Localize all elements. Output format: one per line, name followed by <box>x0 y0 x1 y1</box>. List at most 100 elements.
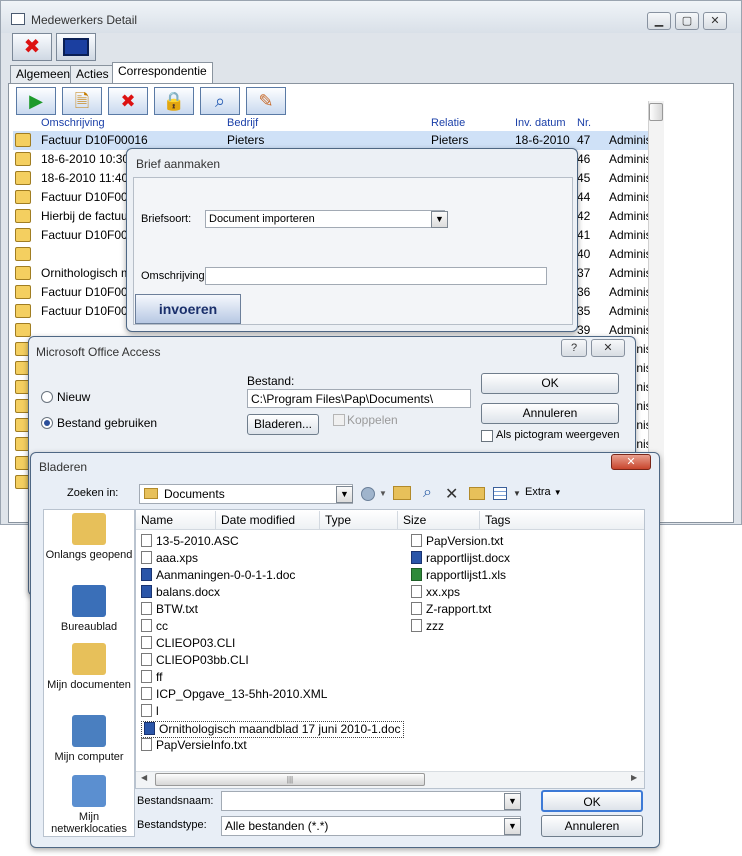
delete-button[interactable]: ✖ <box>108 87 148 115</box>
file-item[interactable]: CLIEOP03.CLI <box>141 636 235 653</box>
file-item[interactable]: l <box>141 704 159 721</box>
bestandstype-select[interactable]: Alle bestanden (*.*) <box>221 816 521 836</box>
file-item[interactable]: zzz <box>411 619 444 636</box>
search-web-icon[interactable]: ⌕ <box>423 484 432 502</box>
briefsoort-select[interactable]: Document importeren <box>205 210 445 228</box>
access-close-button[interactable]: ✕ <box>591 339 625 357</box>
views-icon[interactable] <box>493 487 507 500</box>
new-folder-icon[interactable] <box>469 487 485 500</box>
desktop-icon <box>72 585 106 617</box>
col-relatie[interactable]: Relatie <box>431 117 465 129</box>
up-folder-icon[interactable] <box>393 486 411 500</box>
place-network-places[interactable]: Mijn netwerklocaties <box>44 775 134 835</box>
file-item[interactable]: balans.docx <box>141 585 220 602</box>
briefsoort-dropdown-button[interactable]: ▼ <box>431 211 448 228</box>
bestand-input[interactable]: C:\Program Files\Pap\Documents\ <box>247 389 471 408</box>
column-divider[interactable] <box>397 511 398 529</box>
column-header-tags[interactable]: Tags <box>485 513 510 527</box>
bestandsnaam-input[interactable] <box>221 791 521 811</box>
maximize-button[interactable]: ▢ <box>675 12 699 30</box>
bestand-gebruiken-radio[interactable] <box>41 417 53 429</box>
koppelen-checkbox[interactable] <box>333 414 345 426</box>
zoeken-in-dropdown-button[interactable]: ▼ <box>336 486 353 503</box>
file-item[interactable]: Z-rapport.txt <box>411 602 491 619</box>
file-item[interactable]: PapVersieInfo.txt <box>141 738 247 755</box>
open-doc-button[interactable]: 🗎 <box>62 87 102 115</box>
place-my-computer[interactable]: Mijn computer <box>44 715 134 763</box>
lock-button[interactable]: 🔒 <box>154 87 194 115</box>
hscroll-thumb[interactable]: ||| <box>155 773 425 786</box>
bestandsnaam-dropdown-button[interactable]: ▼ <box>504 793 521 810</box>
bladeren-close-button[interactable]: ✕ <box>611 454 651 470</box>
file-item[interactable]: PapVersion.txt <box>411 534 503 551</box>
close-button[interactable]: ✕ <box>703 12 727 30</box>
file-item[interactable]: ICP_Opgave_13-5hh-2010.XML <box>141 687 327 704</box>
back-icon[interactable] <box>361 487 375 501</box>
bladeren-annuleren-button[interactable]: Annuleren <box>541 815 643 837</box>
search-button[interactable]: ⌕ <box>200 87 240 115</box>
col-nr[interactable]: Nr. <box>577 117 591 129</box>
access-annuleren-button[interactable]: Annuleren <box>481 403 619 424</box>
place-my-documents[interactable]: Mijn documenten <box>44 643 134 691</box>
bladeren-ok-button[interactable]: OK <box>541 790 643 812</box>
row-nr: 37 <box>577 266 591 280</box>
file-icon <box>141 636 152 649</box>
document-icon <box>15 247 31 261</box>
column-divider[interactable] <box>319 511 320 529</box>
play-button[interactable]: ▶ <box>16 87 56 115</box>
file-item[interactable]: Aanmaningen-0-0-1-1.doc <box>141 568 295 585</box>
row-nr: 35 <box>577 304 591 318</box>
views-chevron-icon[interactable]: ▼ <box>513 489 521 498</box>
als-pictogram-label: Als pictogram weergeven <box>496 429 620 441</box>
file-icon <box>411 602 422 615</box>
column-header-name[interactable]: Name <box>141 513 173 527</box>
delete-record-button[interactable]: ✖ <box>12 33 52 61</box>
col-bedrijf[interactable]: Bedrijf <box>227 117 258 129</box>
zoeken-in-select[interactable]: Documents <box>139 484 353 504</box>
column-divider[interactable] <box>215 511 216 529</box>
invoeren-button[interactable]: invoeren <box>135 294 241 324</box>
als-pictogram-checkbox[interactable] <box>481 430 493 442</box>
minimize-button[interactable]: ▁ <box>647 12 671 30</box>
file-item[interactable]: cc <box>141 619 168 636</box>
bladeren-button[interactable]: Bladeren... <box>247 414 319 435</box>
tab-acties[interactable]: Acties <box>70 65 115 83</box>
extra-label: Extra <box>525 486 551 498</box>
extra-menu[interactable]: Extra ▼ <box>525 486 562 498</box>
help-button[interactable]: ? <box>561 339 587 357</box>
tab-correspondentie[interactable]: Correspondentie <box>112 62 213 83</box>
place-recent-places[interactable]: Onlangs geopend <box>44 513 134 561</box>
file-item[interactable]: CLIEOP03bb.CLI <box>141 653 249 670</box>
file-name: zzz <box>426 619 444 633</box>
edit-button[interactable]: ✎ <box>246 87 286 115</box>
bestandstype-dropdown-button[interactable]: ▼ <box>504 818 521 835</box>
access-ok-button[interactable]: OK <box>481 373 619 394</box>
grid-scroll-thumb[interactable] <box>649 103 663 121</box>
file-item[interactable]: aaa.xps <box>141 551 198 568</box>
scroll-left-icon[interactable]: ◀ <box>141 773 147 782</box>
file-item[interactable]: 13-5-2010.ASC <box>141 534 239 551</box>
file-item[interactable]: ff <box>141 670 162 687</box>
tab-algemeen[interactable]: Algemeen <box>10 65 77 83</box>
file-item[interactable]: Ornithologisch maandblad 17 juni 2010-1.… <box>141 721 404 738</box>
row-nr: 45 <box>577 171 591 185</box>
file-item[interactable]: xx.xps <box>411 585 460 602</box>
col-inv-datum[interactable]: Inv. datum <box>515 117 566 129</box>
column-header-date-modified[interactable]: Date modified <box>221 513 295 527</box>
column-header-type[interactable]: Type <box>325 513 351 527</box>
column-divider[interactable] <box>479 511 480 529</box>
row-datum: 18-6-2010 <box>515 133 570 147</box>
history-chevron-icon[interactable]: ▼ <box>379 489 387 498</box>
file-item[interactable]: rapportlijst.docx <box>411 551 510 568</box>
delete-icon[interactable]: ✕ <box>445 484 458 504</box>
place-desktop[interactable]: Bureaublad <box>44 585 134 633</box>
file-item[interactable]: BTW.txt <box>141 602 198 619</box>
scroll-right-icon[interactable]: ▶ <box>631 773 637 782</box>
briefsoort-label: Briefsoort: <box>141 213 192 225</box>
column-header-size[interactable]: Size <box>403 513 426 527</box>
window-view-button[interactable] <box>56 33 96 61</box>
file-item[interactable]: rapportlijst1.xls <box>411 568 506 585</box>
nieuw-radio[interactable] <box>41 391 53 403</box>
omschrijving-input[interactable] <box>205 267 547 285</box>
col-omschrijving[interactable]: Omschrijving <box>41 117 105 129</box>
